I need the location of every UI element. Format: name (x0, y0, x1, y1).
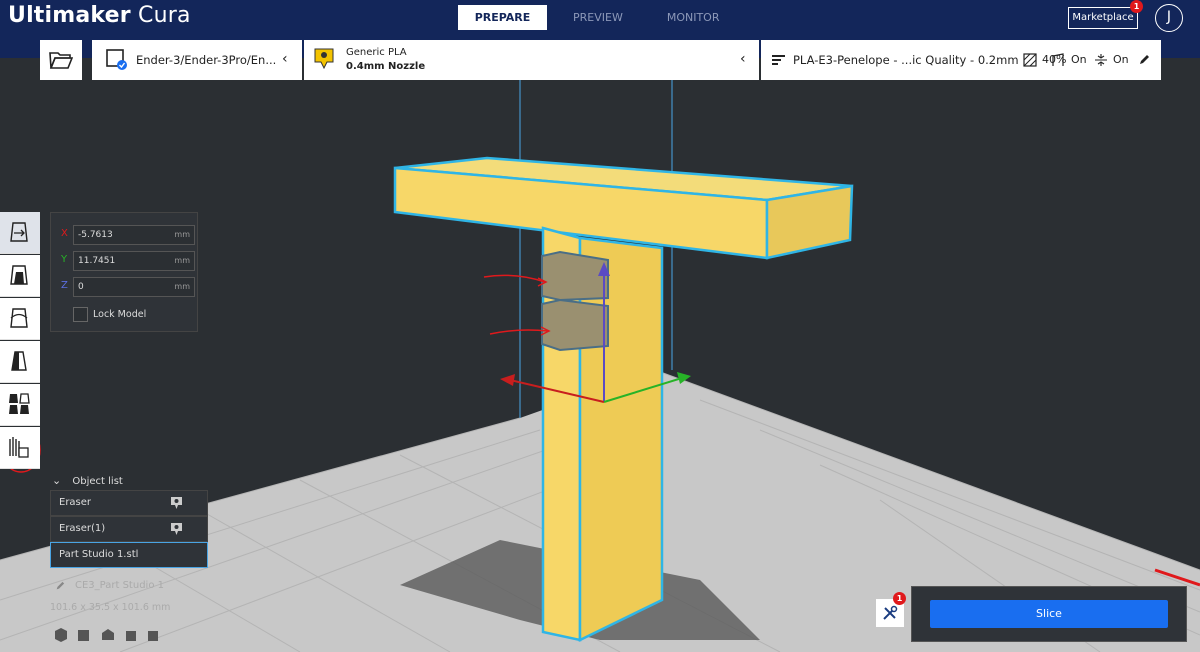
z-value: 0 (78, 282, 84, 292)
object-label: Eraser (59, 497, 92, 508)
tab-preview[interactable]: PREVIEW (551, 5, 645, 30)
tab-prepare[interactable]: PREPARE (458, 5, 547, 30)
x-input[interactable]: -5.7613 mm (73, 225, 195, 245)
marketplace-button[interactable]: Marketplace (1068, 7, 1138, 29)
z-label: Z (61, 280, 68, 291)
material-selector[interactable]: Generic PLA 0.4mm Nozzle ‹ (304, 40, 759, 80)
support-value: On (1071, 53, 1087, 66)
view-left-icon (126, 631, 136, 641)
view-front-icon (78, 630, 89, 641)
open-file-button[interactable] (40, 40, 82, 80)
view-right-icon (148, 631, 158, 641)
list-item[interactable]: Eraser (50, 490, 208, 516)
scale-icon (10, 265, 28, 285)
support-icon (1052, 53, 1064, 66)
move-icon (10, 222, 28, 242)
printer-selector[interactable]: Ender-3/Ender-3Pro/En... ‹ (92, 40, 302, 80)
chevron-left-icon: ‹ (282, 51, 288, 67)
y-label: Y (61, 254, 68, 265)
adhesion-value: On (1113, 53, 1129, 66)
lock-model-checkbox[interactable] (73, 307, 88, 322)
chevron-down-icon: ⌄ (52, 474, 62, 487)
view-3d-icon (55, 628, 67, 642)
support-blocker-button[interactable] (0, 427, 40, 469)
rotate-icon (10, 308, 28, 328)
z-input[interactable]: 0 mm (73, 277, 195, 297)
object-label: Part Studio 1.stl (59, 549, 139, 560)
model-dimensions: 101.6 x 35.5 x 101.6 mm (50, 602, 171, 613)
view-orientation-buttons (55, 628, 158, 642)
tools-badge: 1 (893, 592, 906, 605)
marketplace-badge: 1 (1130, 0, 1143, 13)
brand-name: Ultimaker (8, 3, 131, 28)
job-name[interactable]: CE3_Part Studio 1 (56, 580, 164, 591)
support-blocker-icon (9, 437, 29, 458)
chevron-left-icon: ‹ (740, 51, 746, 67)
profile-name: PLA-E3-Penelope - ...ic Quality - 0.2mm (793, 53, 1019, 67)
material-name: Generic PLA (346, 47, 407, 58)
printer-name: Ender-3/Ender-3Pro/En... (136, 53, 277, 67)
slice-button[interactable]: Slice (930, 600, 1168, 628)
y-input[interactable]: 11.7451 mm (73, 251, 195, 271)
wrench-screwdriver-icon (883, 605, 898, 620)
z-unit: mm (174, 282, 190, 291)
app-header: Ultimaker Cura PREPARE PREVIEW MONITOR M… (0, 0, 1200, 38)
printer-icon (106, 49, 127, 70)
adhesion-icon (1095, 54, 1107, 66)
brand-product: Cura (138, 3, 191, 28)
pencil-icon (56, 581, 65, 590)
move-tool-button[interactable] (0, 212, 40, 254)
object-label: Eraser(1) (59, 523, 106, 534)
scale-tool-button[interactable] (0, 255, 40, 297)
y-value: 11.7451 (78, 256, 116, 266)
app-logo: Ultimaker Cura (8, 3, 191, 28)
infill-icon (1023, 53, 1037, 67)
list-item[interactable]: Eraser(1) (50, 516, 208, 542)
pencil-icon (1140, 55, 1149, 64)
y-unit: mm (174, 256, 190, 265)
object-list-toggle[interactable]: ⌄ Object list (52, 474, 123, 487)
object-list-title: Object list (72, 476, 123, 487)
x-label: X (61, 228, 68, 239)
extruder-icon (171, 523, 182, 535)
annotation-arrow (483, 274, 551, 336)
view-top-icon (102, 629, 114, 640)
x-unit: mm (174, 230, 190, 239)
list-item[interactable]: Part Studio 1.stl (50, 542, 208, 568)
extruder-icon (314, 48, 334, 70)
settings-list-icon (772, 55, 785, 65)
slice-panel: Slice (911, 586, 1187, 642)
mirror-tool-button[interactable] (0, 341, 40, 383)
account-button[interactable]: J (1155, 4, 1183, 32)
rotate-tool-button[interactable] (0, 298, 40, 340)
folder-icon (49, 52, 73, 69)
x-value: -5.7613 (78, 230, 113, 240)
stage-tabs: PREPARE PREVIEW MONITOR (458, 5, 741, 30)
print-settings-selector[interactable]: PLA-E3-Penelope - ...ic Quality - 0.2mm … (761, 40, 1161, 80)
move-tool-panel: X -5.7613 mm Y 11.7451 mm Z 0 mm Lock Mo… (50, 212, 198, 332)
job-name-text: CE3_Part Studio 1 (75, 580, 164, 591)
eraser-block (541, 298, 609, 352)
mirror-icon (11, 351, 27, 371)
lock-model-label: Lock Model (93, 309, 147, 320)
extruder-icon (171, 497, 182, 509)
per-model-settings-button[interactable] (0, 384, 40, 426)
nozzle-size: 0.4mm Nozzle (346, 61, 426, 72)
tab-monitor[interactable]: MONITOR (645, 5, 742, 30)
per-model-settings-icon (9, 393, 30, 414)
